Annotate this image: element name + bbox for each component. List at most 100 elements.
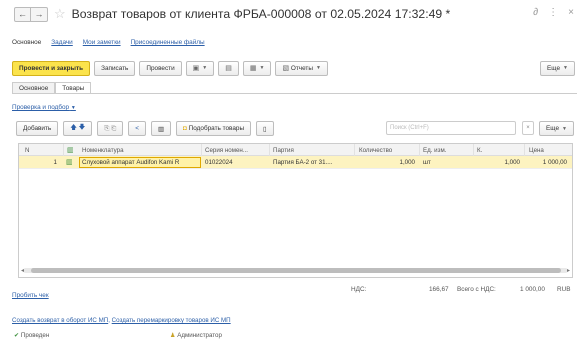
horizontal-scrollbar[interactable]: ◂ ▸ [21,267,570,274]
column-header-series[interactable]: Серия номен... [205,147,265,154]
section-tab-files[interactable]: Присоединенные файлы [131,39,205,46]
goods-icon: ▥ [66,159,73,166]
user-icon: ♟ [170,332,176,339]
column-divider [63,144,64,156]
share-button[interactable]: < [128,121,146,136]
column-header-qty[interactable]: Количество [359,147,392,154]
chevron-down-icon: ▼ [202,65,208,71]
column-divider [473,144,474,156]
create-relabel-link[interactable]: Создать перемаркировку товаров ИС МП [112,317,231,324]
scroll-right-icon[interactable]: ▸ [567,267,570,274]
column-header-unit[interactable]: Ед. изм. [423,147,446,154]
print-icon: ▦ [249,65,257,72]
totals: НДС: 166,67 Всего с НДС: 1 000,00 RUB [345,285,573,297]
column-header-k[interactable]: К. [477,147,482,154]
chevron-down-icon: ▼ [563,65,568,71]
mp-links: Создать возврат в оборот ИС МП, Создать … [12,317,231,324]
report-icon: ▧ [282,65,290,72]
more-vertical-icon[interactable]: ⋮ [548,7,558,18]
barcode-button[interactable]: ▥ [150,121,171,136]
arrow-right-icon: → [34,9,44,19]
main-toolbar: Провести и закрыть Записать Провести ▣ ▼ … [12,60,577,76]
reports-button[interactable]: ▧ Отчеты ▼ [275,60,328,76]
reports-label: Отчеты [290,64,313,72]
chevron-down-icon: ▼ [259,65,265,71]
column-divider [201,144,202,156]
check-and-pick-label: Проверка и подбор [12,104,70,111]
bag-icon: ◘ [183,125,187,132]
table-toolbar: Добавить 🡅 🡇 ⎘ ⎗ < ▥ ◘ Подобрать товары … [16,121,576,136]
pick-goods-label: Подобрать товары [188,125,245,132]
table-more-label: Еще [546,125,560,132]
create-based-on-button[interactable]: ▣ ▼ [185,60,215,76]
status-posted: Проведен [20,332,50,339]
status-bar: ✔ Проведен ♟ Администратор [14,332,584,341]
tab-divider [12,93,577,94]
scroll-thumb[interactable] [31,268,561,273]
forward-button[interactable]: → [31,6,48,22]
table-more-button[interactable]: Еще ▼ [539,121,574,136]
column-header-batch[interactable]: Партия [273,147,294,154]
clear-search-button[interactable]: × [522,121,534,135]
section-tabs: Основное Задачи Мои заметки Присоединенн… [12,39,205,46]
back-button[interactable]: ← [14,6,31,22]
column-header-n[interactable]: N [25,147,29,154]
print-receipt-link[interactable]: Пробить чек [12,292,49,299]
chevron-down-icon: ▼ [70,105,76,111]
column-divider [524,144,525,156]
status-user: Администратор [177,332,222,339]
post-and-close-button[interactable]: Провести и закрыть [12,60,91,76]
section-tab-notes[interactable]: Мои заметки [83,39,121,46]
column-divider [419,144,420,156]
scroll-left-icon[interactable]: ◂ [21,267,24,274]
journal-button[interactable]: ▤ [218,60,239,76]
cell-batch[interactable]: Партия БА-2 от 31.... [273,159,351,166]
total-label: Всего с НДС: [457,286,496,293]
post-button[interactable]: Провести [139,60,182,76]
pick-goods-button[interactable]: ◘ Подобрать товары [176,121,252,136]
column-divider [354,144,355,156]
table-row[interactable]: 1 ▥ Слуховой аппарат Audifon Kami R 0102… [19,156,572,169]
cell-qty[interactable]: 1,000 [359,159,415,166]
more-label: Еще [547,64,561,72]
barcode-icon: ▥ [157,125,164,133]
arrow-up-icon: 🡅 [70,124,77,131]
column-header-price[interactable]: Цена [529,147,544,154]
create-icon: ▣ [192,65,200,72]
share-icon: < [135,125,139,132]
column-header-item[interactable]: Номенклатура [82,147,124,154]
posted-icon: ✔ [14,332,20,339]
arrow-left-icon: ← [18,9,27,19]
title-bar: ← → ☆ Возврат товаров от клиента ФРБА-00… [0,0,584,28]
column-divider [269,144,270,156]
check-and-pick-menu[interactable]: Проверка и подбор ▼ [12,104,76,111]
copy-icon: ⎘ [104,124,110,132]
close-icon[interactable]: × [568,7,574,18]
section-tab-tasks[interactable]: Задачи [51,39,72,46]
link-icon[interactable]: ∂ [533,7,538,18]
more-button[interactable]: Еще ▼ [540,60,575,76]
vat-value: 166,67 [429,286,449,293]
create-return-link[interactable]: Создать возврат в оборот ИС МП [12,317,108,324]
section-tab-main[interactable]: Основное [12,39,41,46]
cell-price[interactable]: 1 000,00 [524,159,567,166]
document-icon: ▯ [263,125,267,133]
paste-icon: ⎗ [111,124,117,132]
print-button[interactable]: ▦ ▼ [242,60,272,76]
vat-label: НДС: [351,286,367,293]
move-up-button[interactable]: 🡅 🡇 [63,121,93,136]
chevron-down-icon: ▼ [315,65,321,71]
add-row-button[interactable]: Добавить [16,121,59,136]
star-icon[interactable]: ☆ [54,6,66,22]
fill-button[interactable]: ▯ [256,121,274,136]
cell-n: 1 [53,159,57,166]
total-value: 1 000,00 [520,286,545,293]
cell-k[interactable]: 1,000 [474,159,520,166]
table-search-input[interactable]: Поиск (Ctrl+F) [386,121,516,135]
save-button[interactable]: Записать [94,60,136,76]
cell-item[interactable]: Слуховой аппарат Audifon Kami R [82,159,200,166]
copy-button[interactable]: ⎘ ⎗ [97,121,124,136]
cell-series[interactable]: 01022024 [205,159,233,166]
arrow-down-icon: 🡇 [78,124,86,131]
cell-unit[interactable]: шт [423,159,431,166]
